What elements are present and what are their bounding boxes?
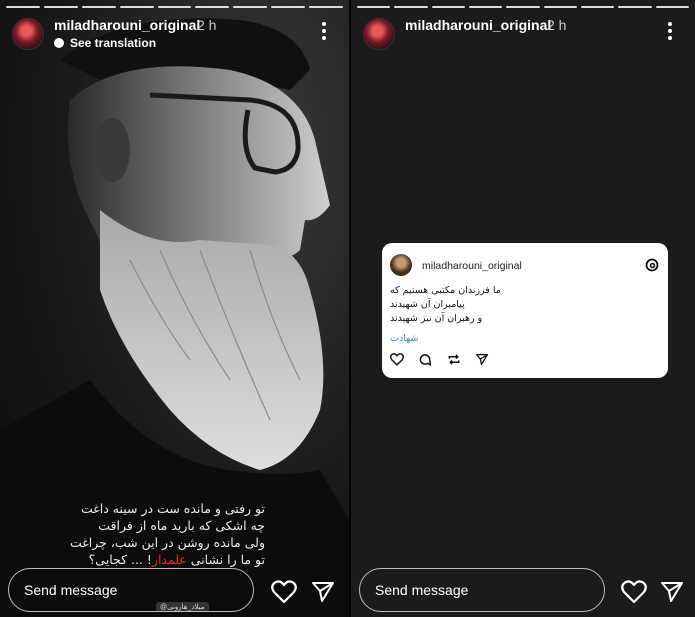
username[interactable]: miladharouni_original (54, 17, 200, 33)
send-icon[interactable] (660, 580, 684, 604)
threads-actions (389, 353, 499, 369)
heart-icon[interactable] (271, 580, 297, 604)
send-icon[interactable] (311, 580, 335, 604)
heart-icon[interactable] (621, 580, 647, 604)
story-header: miladharouni_original 2 h (363, 16, 683, 50)
comment-icon[interactable] (418, 353, 432, 366)
threads-avatar (390, 254, 412, 276)
story-progress (357, 6, 689, 8)
story-footer: Send message (8, 568, 341, 614)
more-options-icon[interactable] (321, 22, 327, 40)
threads-username: miladharouni_original (422, 260, 522, 272)
poem-text: تو رفتی و مانده ست در سینه داغت چه اشکی … (5, 500, 265, 568)
see-translation-label: See translation (70, 36, 157, 50)
send-message-input[interactable]: Send message (359, 568, 605, 612)
poem-line-last: تو ما را نشانی علمدار! ... کجایی؟ (88, 552, 265, 567)
post-time: 2 h (547, 17, 567, 33)
post-line: ما فرزندان مکتبی هستیم که (390, 285, 501, 296)
post-line: و رهبران آن نیز شهیدند (390, 313, 483, 324)
story-progress (6, 6, 344, 8)
threads-post-card[interactable]: miladharouni_original ما فرزندان مکتبی ه… (382, 243, 668, 378)
avatar[interactable] (12, 18, 44, 50)
translate-icon (54, 38, 64, 48)
threads-logo-icon (645, 258, 659, 272)
more-options-icon[interactable] (667, 22, 673, 40)
story-header: miladharouni_original 2 h See translatio… (12, 16, 337, 50)
repost-icon[interactable] (447, 353, 461, 366)
see-translation-link[interactable]: See translation (54, 36, 156, 50)
post-line: پیامبران آن شهیدند (390, 299, 465, 310)
username[interactable]: miladharouni_original (405, 17, 551, 33)
share-icon[interactable] (475, 353, 489, 366)
post-time: 2 h (197, 17, 217, 33)
story-left: miladharouni_original 2 h See translatio… (0, 0, 349, 617)
story-right: miladharouni_original 2 h miladharouni_o… (351, 0, 695, 617)
story-footer: Send message (359, 568, 687, 614)
like-icon[interactable] (389, 353, 405, 366)
send-message-input[interactable]: Send message (8, 568, 254, 612)
avatar[interactable] (363, 18, 395, 50)
poem-line: ولی مانده روشن در این شب، چراغت (69, 535, 265, 550)
threads-post-text: ما فرزندان مکتبی هستیم که پیامبران آن شه… (390, 284, 590, 326)
poem-line: تو رفتی و مانده ست در سینه داغت (80, 501, 265, 516)
hashtag-link[interactable]: شهادت (390, 333, 418, 344)
poem-highlight: علمدار (151, 552, 187, 567)
poem-line: چه اشکی که بارید ماه از فراقت (98, 518, 265, 533)
